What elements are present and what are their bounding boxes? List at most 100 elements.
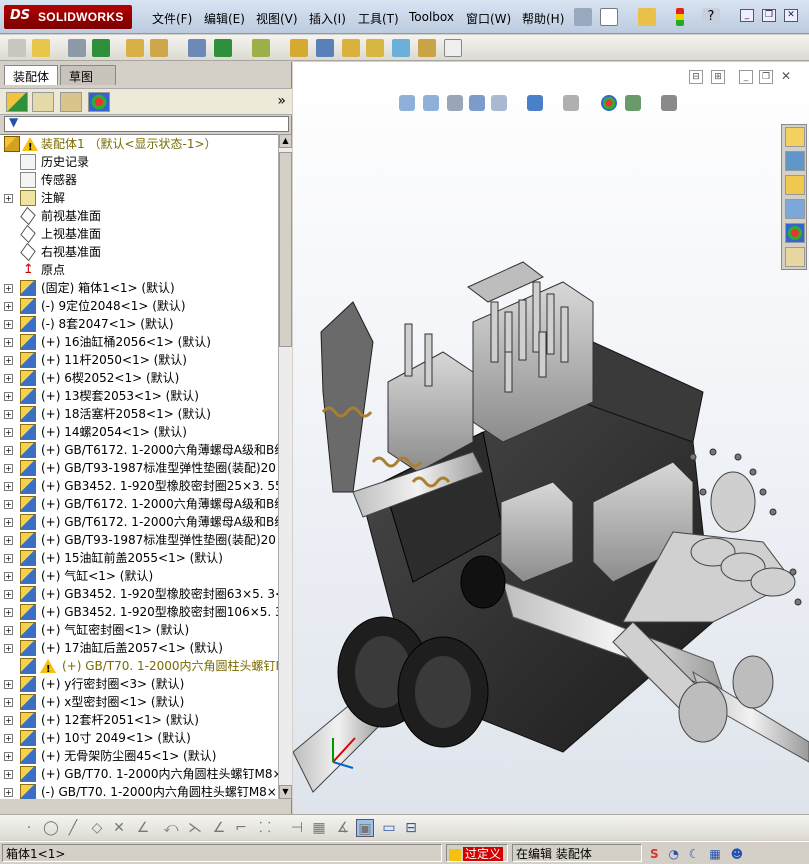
tree-item[interactable]: + (+) GB/T6172. 1-2000六角薄螺母A级和B级 (0, 513, 278, 531)
assembly-model-view[interactable] (293, 62, 809, 814)
tree-item[interactable]: + (+) GB3452. 1-920型橡胶密封圈25×3. 55< (0, 477, 278, 495)
expand-icon[interactable]: + (4, 410, 13, 419)
design-library-icon[interactable] (785, 151, 805, 171)
tab-sketch[interactable]: 草图 (60, 65, 116, 85)
close-icon[interactable]: ✕ (784, 9, 798, 22)
instant3d-icon[interactable] (418, 39, 436, 57)
move-entities-icon[interactable]: ⸬ (256, 819, 274, 837)
line-icon[interactable]: ╱ (64, 819, 82, 837)
tree-item[interactable]: + (+) 10寸 2049<1> (默认) (0, 729, 278, 747)
user-icon[interactable]: ☻ (731, 847, 744, 861)
tree-item[interactable]: + (+) 14螺2054<1> (默认) (0, 423, 278, 441)
expand-panel-icon[interactable]: » (277, 93, 286, 109)
language-icon[interactable]: ◔ (668, 847, 678, 861)
expand-icon[interactable]: + (4, 302, 13, 311)
expand-icon[interactable]: + (4, 482, 13, 491)
expand-icon[interactable]: + (4, 374, 13, 383)
smart-fasteners-icon[interactable] (126, 39, 144, 57)
tree-item[interactable]: 传感器 (0, 171, 278, 189)
menu-window[interactable]: 窗口(W) (466, 10, 511, 27)
custom-properties-icon[interactable] (785, 247, 805, 267)
tree-item[interactable]: + (+) y行密封圈<3> (默认) (0, 675, 278, 693)
expand-icon[interactable]: + (4, 752, 13, 761)
tab-assembly[interactable]: 装配体 (4, 65, 58, 85)
tree-item[interactable]: + (+) 11杆2050<1> (默认) (0, 351, 278, 369)
displaymanager-tab-icon[interactable] (88, 92, 110, 112)
expand-icon[interactable]: + (4, 644, 13, 653)
file-explorer-icon[interactable] (785, 175, 805, 195)
options-icon[interactable] (444, 39, 462, 57)
tree-item[interactable]: + (-) 9定位2048<1> (默认) (0, 297, 278, 315)
tree-scrollbar[interactable]: ▲ ▼ (278, 134, 292, 799)
edit-component-icon[interactable] (8, 39, 26, 57)
expand-icon[interactable]: + (4, 446, 13, 455)
trim-icon[interactable]: ✕ (110, 819, 128, 837)
single-view-icon[interactable]: ▭ (380, 819, 398, 837)
exploded-view-icon[interactable] (342, 39, 360, 57)
interference-detection-icon[interactable] (392, 39, 410, 57)
ime-icon[interactable]: S (650, 847, 659, 861)
mate-icon[interactable] (68, 39, 86, 57)
expand-icon[interactable]: + (4, 536, 13, 545)
tree-item[interactable]: 上视基准面 (0, 225, 278, 243)
feature-tree[interactable]: ! 装配体1 （默认<显示状态-1>） 历史记录 传感器 + 注解 前视基准面 上视基准面… (0, 134, 278, 799)
insert-component-icon[interactable] (32, 39, 50, 57)
reference-geometry-icon[interactable] (252, 39, 270, 57)
tree-item[interactable]: + (固定) 箱体1<1> (默认) (0, 279, 278, 297)
mirror-icon[interactable]: ⋋ (186, 819, 204, 837)
filter-icon[interactable]: ▼ (9, 115, 18, 129)
circle-icon[interactable]: ◯ (42, 819, 60, 837)
tree-item[interactable]: + (+) 无骨架防尘圈45<1> (默认) (0, 747, 278, 765)
two-view-icon[interactable]: ⊟ (402, 819, 420, 837)
tree-item[interactable]: + (+) GB/T70. 1-2000内六角圆柱头螺钉M8× (0, 765, 278, 783)
expand-icon[interactable]: + (4, 500, 13, 509)
expand-icon[interactable]: + (4, 284, 13, 293)
status-over-defined-cell[interactable]: 过定义 (446, 844, 508, 862)
tree-item[interactable]: + (+) GB/T6172. 1-2000六角薄螺母A级和B级 (0, 495, 278, 513)
appearance-icon[interactable] (785, 223, 805, 243)
expand-icon[interactable]: + (4, 608, 13, 617)
expand-icon[interactable]: + (4, 356, 13, 365)
tree-item[interactable]: + (+) x型密封圈<1> (默认) (0, 693, 278, 711)
expand-icon[interactable]: + (4, 698, 13, 707)
tree-item[interactable]: + (+) 15油缸前盖2055<1> (默认) (0, 549, 278, 567)
tree-item[interactable]: + (+) 12套杆2051<1> (默认) (0, 711, 278, 729)
menu-file[interactable]: 文件(F) (152, 10, 192, 27)
tree-item[interactable]: + (+) 16油缸桶2056<1> (默认) (0, 333, 278, 351)
polygon-icon[interactable]: ◇ (88, 819, 106, 837)
graphics-area[interactable]: ⊟ ⊞ _ ❐ ✕ (293, 62, 809, 814)
expand-icon[interactable]: + (4, 626, 13, 635)
tree-item[interactable]: + (+) GB/T93-1987标准型弹性垫圈(装配)20 (0, 459, 278, 477)
expand-icon[interactable]: + (4, 518, 13, 527)
expand-icon[interactable]: + (4, 788, 13, 797)
tree-item[interactable]: 前视基准面 (0, 207, 278, 225)
expand-icon[interactable]: + (4, 554, 13, 563)
tree-item[interactable]: + (+) 13楔套2053<1> (默认) (0, 387, 278, 405)
angle-icon[interactable]: ∡ (334, 819, 352, 837)
corner-icon[interactable]: ⌐ (232, 819, 250, 837)
tree-root[interactable]: ! 装配体1 （默认<显示状态-1>） (0, 135, 278, 153)
help-icon[interactable]: ? (702, 8, 720, 26)
assembly-features-icon[interactable] (214, 39, 232, 57)
propertymanager-tab-icon[interactable] (32, 92, 54, 112)
expand-icon[interactable]: + (4, 716, 13, 725)
moon-icon[interactable]: ☾ (689, 847, 700, 861)
move-component-icon[interactable] (150, 39, 168, 57)
point-icon[interactable]: · (20, 819, 38, 837)
tree-item[interactable]: + (+) GB/T93-1987标准型弹性垫圈(装配)20 (0, 531, 278, 549)
bill-of-materials-icon[interactable] (316, 39, 334, 57)
scroll-up-icon[interactable]: ▲ (279, 134, 292, 148)
new-motion-study-icon[interactable] (290, 39, 308, 57)
menu-edit[interactable]: 编辑(E) (204, 10, 245, 27)
fillet-icon[interactable]: ∠ (210, 819, 228, 837)
expand-icon[interactable]: + (4, 680, 13, 689)
minimize-icon[interactable]: _ (740, 9, 754, 22)
expand-icon[interactable]: + (4, 572, 13, 581)
tree-item[interactable]: + (+) 气缸<1> (默认) (0, 567, 278, 585)
expand-icon[interactable]: + (4, 194, 13, 203)
menu-help[interactable]: 帮助(H) (522, 10, 564, 27)
grid-icon[interactable]: ▦ (310, 819, 328, 837)
tree-item[interactable]: + (-) GB/T70. 1-2000内六角圆柱头螺钉M8× (0, 783, 278, 799)
menu-view[interactable]: 视图(V) (256, 10, 298, 27)
expand-icon[interactable]: + (4, 320, 13, 329)
